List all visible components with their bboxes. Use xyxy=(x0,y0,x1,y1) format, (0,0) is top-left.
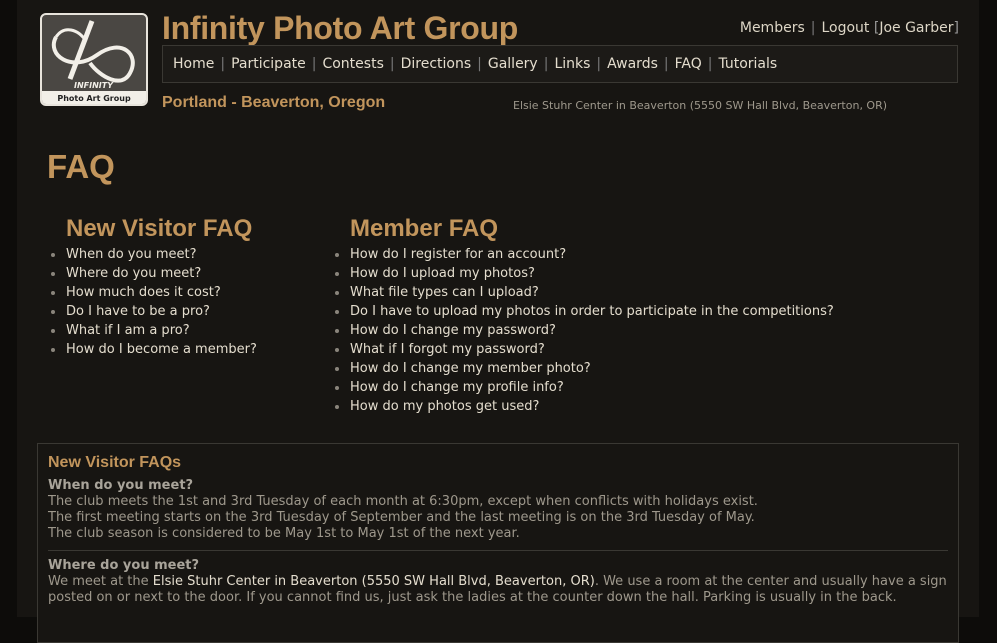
nav-separator: | xyxy=(477,56,482,72)
nav-separator: | xyxy=(311,56,317,72)
nav-separator: | xyxy=(389,56,395,72)
faq-link[interactable]: How do I change my password? xyxy=(331,321,834,340)
answer-text: We meet at the xyxy=(48,574,153,589)
svg-text:INFINITY: INFINITY xyxy=(74,81,114,90)
nav-tutorials[interactable]: Tutorials xyxy=(718,56,777,72)
venue-link[interactable]: Elsie Stuhr Center in Beaverton (5550 SW… xyxy=(153,574,595,589)
nav-separator: | xyxy=(543,56,549,72)
main-nav: Home | Participate | Contests | Directions | Gal… xyxy=(162,45,958,83)
answer-line: The club season is considered to be May … xyxy=(48,526,520,541)
member-faq-heading: Member FAQ xyxy=(350,215,499,242)
new-visitor-faq-heading: New Visitor FAQ xyxy=(66,215,253,242)
svg-text:Photo Art Group: Photo Art Group xyxy=(57,94,131,103)
divider xyxy=(48,550,948,551)
faq-link[interactable]: How do I register for an account? xyxy=(331,245,834,264)
location-subtitle: Portland - Beaverton, Oregon xyxy=(162,94,386,111)
faq-link[interactable]: How do I become a member? xyxy=(47,340,257,359)
nav-separator: | xyxy=(220,56,226,72)
faq-link[interactable]: How do I change my member photo? xyxy=(331,359,834,378)
page-title: FAQ xyxy=(47,148,115,185)
faq-answers-panel: New Visitor FAQs When do you meet? The c… xyxy=(37,443,959,643)
nav-participate[interactable]: Participate xyxy=(231,56,306,72)
venue-address: Elsie Stuhr Center in Beaverton (5550 SW… xyxy=(513,99,888,112)
faq-link[interactable]: Where do you meet? xyxy=(47,264,257,283)
nav-links[interactable]: Links xyxy=(554,56,590,72)
faq-link[interactable]: Do I have to upload my photos in order t… xyxy=(331,302,834,321)
nav-awards[interactable]: Awards xyxy=(607,56,658,72)
nav-separator: | xyxy=(707,56,713,72)
nav-gallery[interactable]: Gallery xyxy=(488,56,538,72)
new-visitor-faq-section: New Visitor FAQ When do you meet? Where … xyxy=(47,213,257,359)
user-name[interactable]: Joe Garber xyxy=(879,20,953,36)
nav-home[interactable]: Home xyxy=(173,56,214,72)
answer-paragraph: We meet at the Elsie Stuhr Center in Bea… xyxy=(48,574,948,606)
faq-link[interactable]: What file types can I upload? xyxy=(331,283,834,302)
faq-answer-when: When do you meet? The club meets the 1st… xyxy=(48,478,948,542)
site-logo[interactable]: INFINITY Photo Art Group xyxy=(40,13,148,106)
nav-contests[interactable]: Contests xyxy=(322,56,383,72)
question-title: Where do you meet? xyxy=(48,558,200,573)
question-title: When do you meet? xyxy=(48,478,194,493)
logout-link[interactable]: Logout xyxy=(821,20,869,36)
nav-faq[interactable]: FAQ xyxy=(675,56,702,72)
faq-link[interactable]: How much does it cost? xyxy=(47,283,257,302)
faq-link[interactable]: How do I upload my photos? xyxy=(331,264,834,283)
bracket-close: ] xyxy=(953,20,959,36)
infinity-logo-icon: INFINITY Photo Art Group xyxy=(42,20,146,104)
faq-link[interactable]: What if I am a pro? xyxy=(47,321,257,340)
nav-separator: | xyxy=(663,56,669,72)
nav-separator: | xyxy=(596,56,602,72)
faq-link[interactable]: When do you meet? xyxy=(47,245,257,264)
member-faq-section: Member FAQ How do I register for an acco… xyxy=(331,213,834,416)
faq-answer-where: Where do you meet? We meet at the Elsie … xyxy=(48,558,948,606)
members-link[interactable]: Members xyxy=(740,20,805,36)
faq-link[interactable]: What if I forgot my password? xyxy=(331,340,834,359)
faq-link[interactable]: How do my photos get used? xyxy=(331,397,834,416)
answers-heading: New Visitor FAQs xyxy=(48,454,182,471)
nav-directions[interactable]: Directions xyxy=(401,56,472,72)
answer-line: The club meets the 1st and 3rd Tuesday o… xyxy=(48,494,758,509)
site-title[interactable]: Infinity Photo Art Group xyxy=(162,10,518,47)
user-links: Members | Logout [Joe Garber] xyxy=(740,20,959,36)
separator: | xyxy=(810,20,816,36)
faq-link[interactable]: How do I change my profile info? xyxy=(331,378,834,397)
answer-line: The first meeting starts on the 3rd Tues… xyxy=(48,510,755,525)
faq-link[interactable]: Do I have to be a pro? xyxy=(47,302,257,321)
